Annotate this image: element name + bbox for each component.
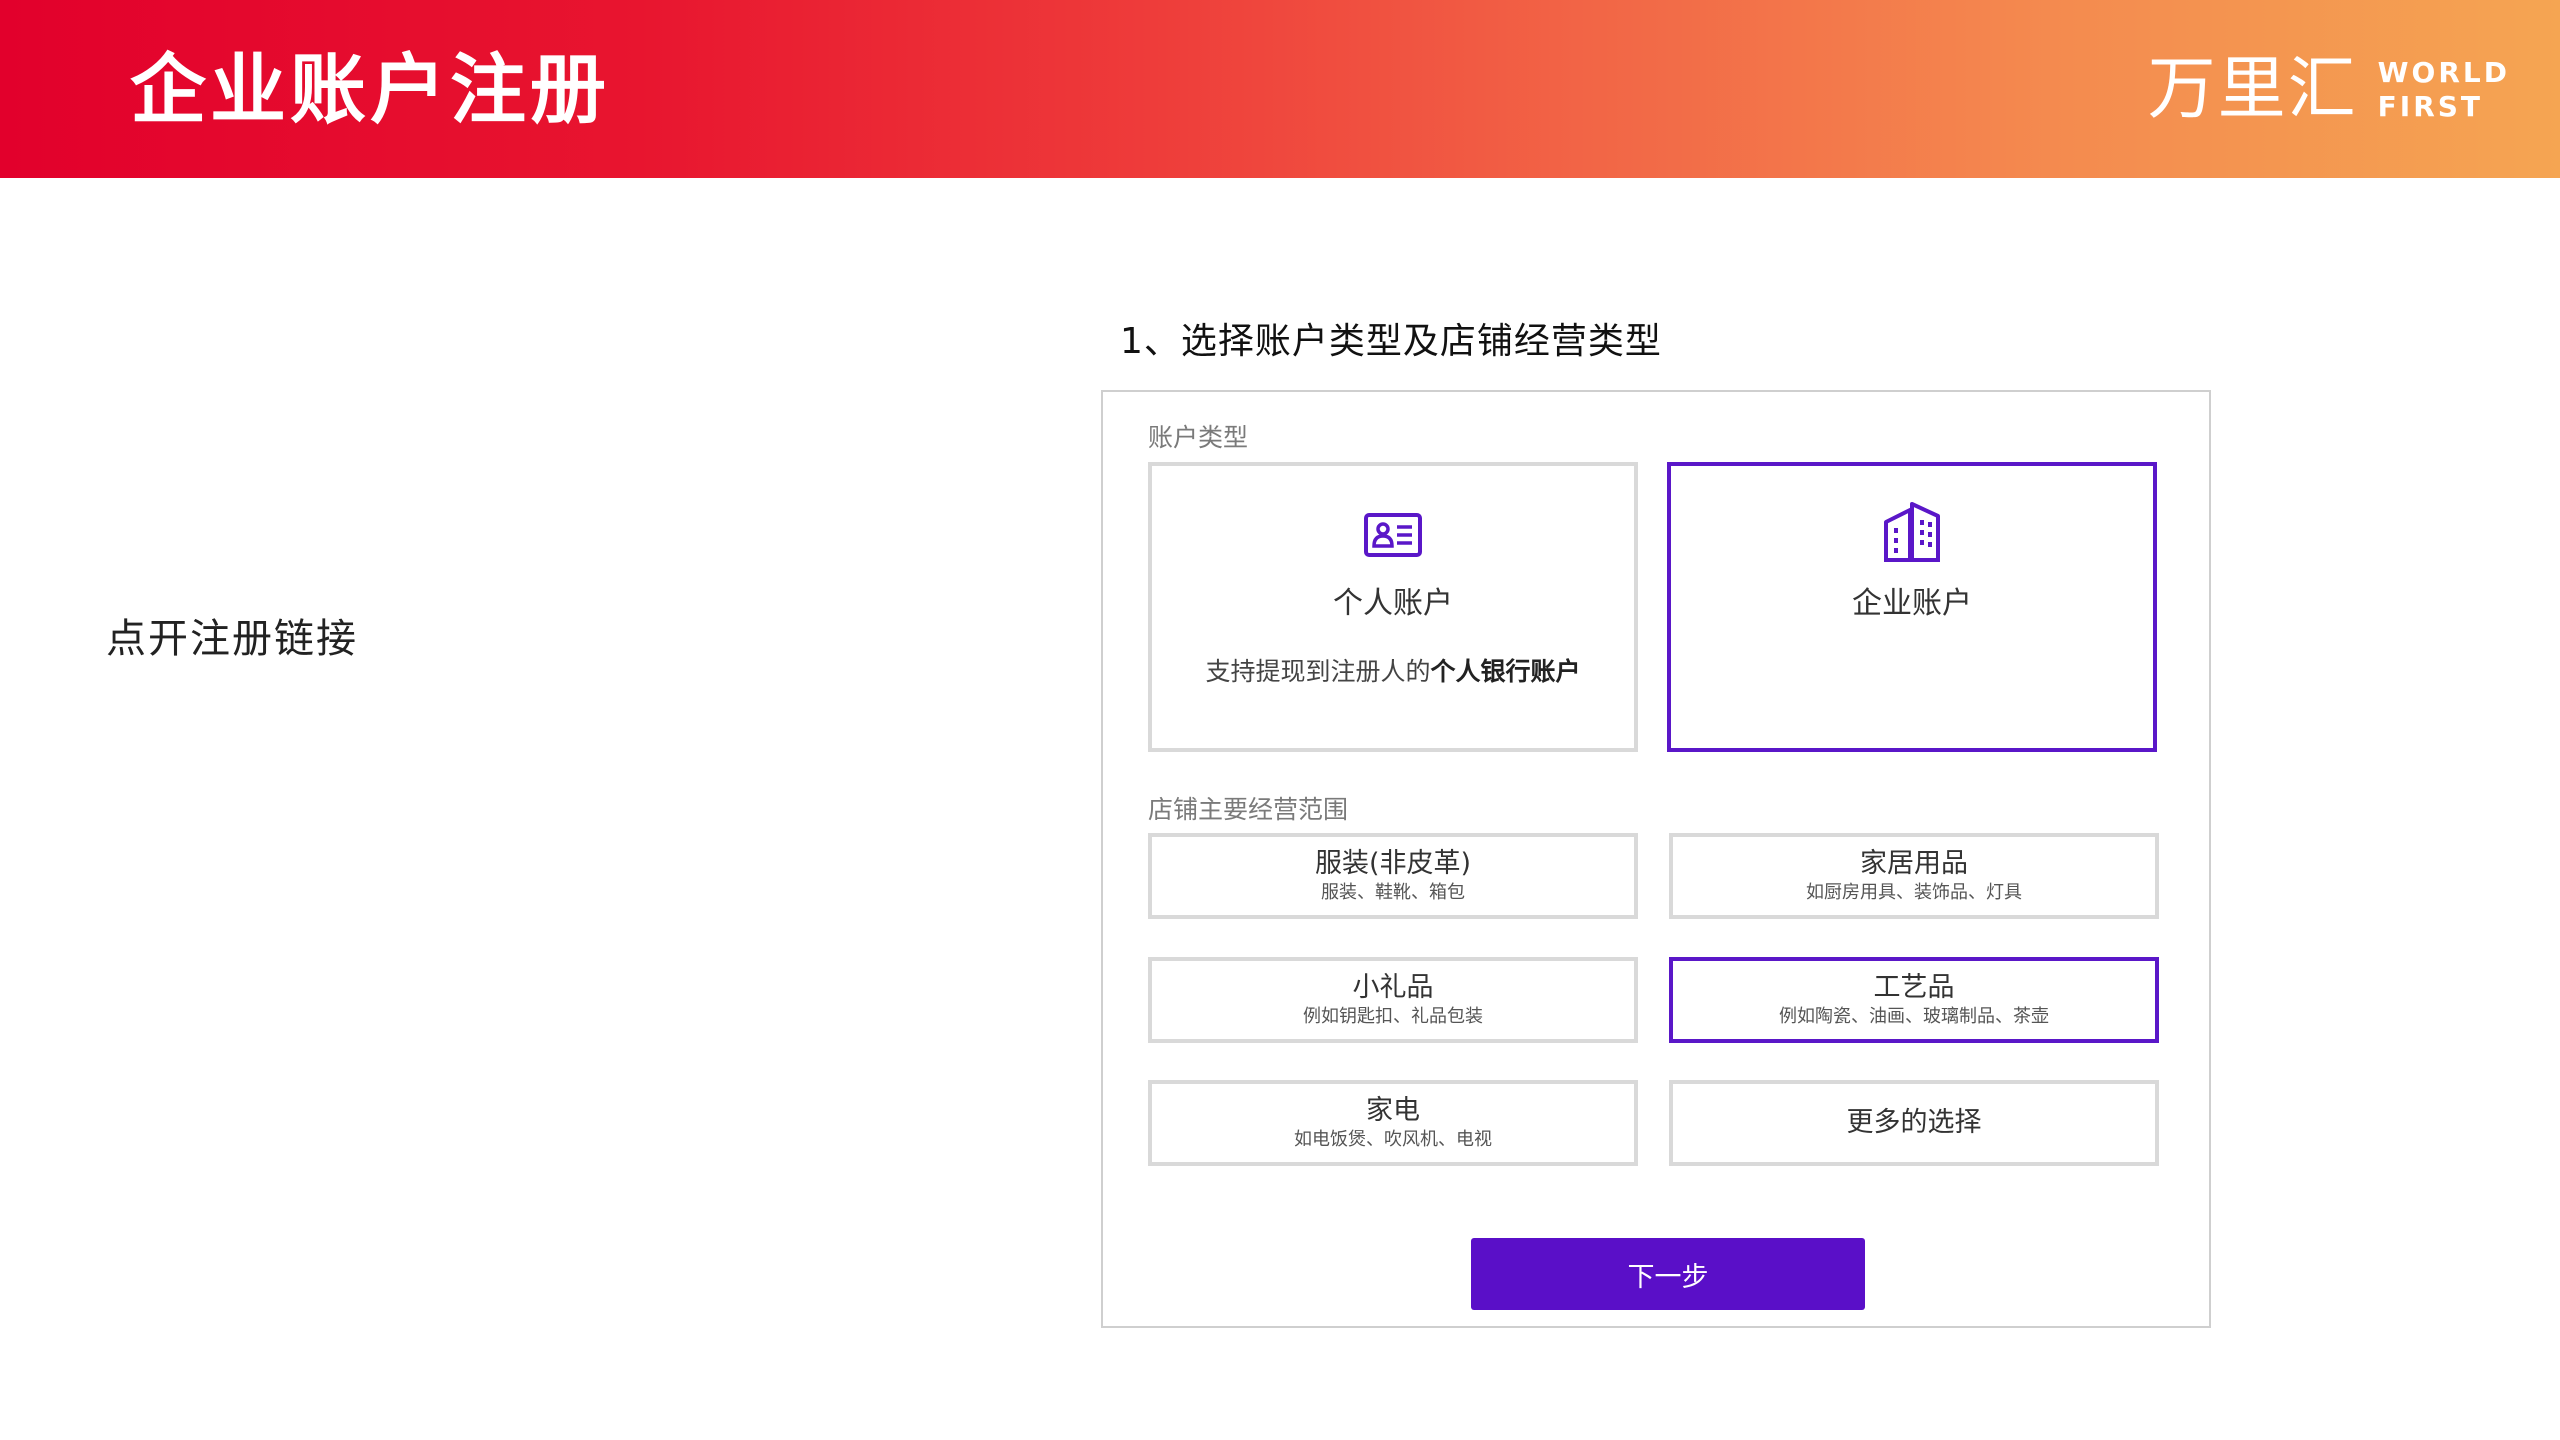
brand-en-line2: FIRST [2377, 90, 2484, 123]
business-account-card[interactable]: 企业账户 [1667, 462, 2157, 752]
next-step-button[interactable]: 下一步 [1471, 1238, 1865, 1310]
account-type-label: 账户类型 [1148, 423, 1249, 452]
building-icon [1882, 500, 1942, 568]
brand-name-en: WORLD FIRST [2378, 56, 2510, 124]
brand-en-line1: WORLD [2377, 56, 2510, 89]
category-appliances[interactable]: 家电 如电饭煲、吹风机、电视 [1148, 1080, 1638, 1166]
category-home-goods[interactable]: 家居用品 如厨房用具、装饰品、灯具 [1669, 833, 2159, 919]
slide: 企业账户注册 万里汇 WORLD FIRST 点开注册链接 1、选择账户类型及店… [0, 0, 2560, 1440]
category-label: 店铺主要经营范围 [1148, 795, 1349, 824]
category-sub: 例如钥匙扣、礼品包装 [1303, 1006, 1483, 1027]
registration-form-panel: 账户类型 个人账户 支持提现到注册人的个人银行账户 企业账户 店铺主要经营范围 … [1101, 390, 2211, 1328]
header-banner: 企业账户注册 万里汇 WORLD FIRST [0, 0, 2560, 178]
category-sub: 如电饭煲、吹风机、电视 [1294, 1129, 1492, 1150]
business-account-name: 企业账户 [1852, 586, 1972, 621]
page-title: 企业账户注册 [130, 45, 610, 134]
step-title: 1、选择账户类型及店铺经营类型 [1120, 321, 1662, 362]
category-name: 小礼品 [1352, 972, 1434, 1003]
category-sub: 服装、鞋靴、箱包 [1321, 882, 1465, 903]
category-sub: 如厨房用具、装饰品、灯具 [1806, 882, 2022, 903]
category-crafts[interactable]: 工艺品 例如陶瓷、油画、玻璃制品、茶壶 [1669, 957, 2159, 1043]
category-small-gifts[interactable]: 小礼品 例如钥匙扣、礼品包装 [1148, 957, 1638, 1043]
category-more-options[interactable]: 更多的选择 [1669, 1080, 2159, 1166]
personal-desc-bold: 个人银行账户 [1430, 657, 1581, 686]
category-name: 服装(非皮革) [1314, 848, 1472, 879]
category-name: 更多的选择 [1846, 1107, 1982, 1138]
personal-account-card[interactable]: 个人账户 支持提现到注册人的个人银行账户 [1148, 462, 1638, 752]
category-sub: 例如陶瓷、油画、玻璃制品、茶壶 [1779, 1006, 2049, 1027]
personal-desc-prefix: 支持提现到注册人的 [1205, 657, 1431, 686]
personal-account-desc: 支持提现到注册人的个人银行账户 [1152, 652, 1634, 688]
id-card-icon [1363, 512, 1423, 562]
brand-name-cn: 万里汇 [2147, 50, 2358, 129]
instruction-note: 点开注册链接 [106, 616, 358, 662]
category-apparel[interactable]: 服装(非皮革) 服装、鞋靴、箱包 [1148, 833, 1638, 919]
category-name: 家电 [1366, 1095, 1420, 1126]
category-name: 工艺品 [1873, 972, 1955, 1003]
personal-account-name: 个人账户 [1333, 586, 1453, 621]
category-name: 家居用品 [1860, 848, 1968, 879]
brand-logo: 万里汇 WORLD FIRST [2148, 50, 2510, 130]
